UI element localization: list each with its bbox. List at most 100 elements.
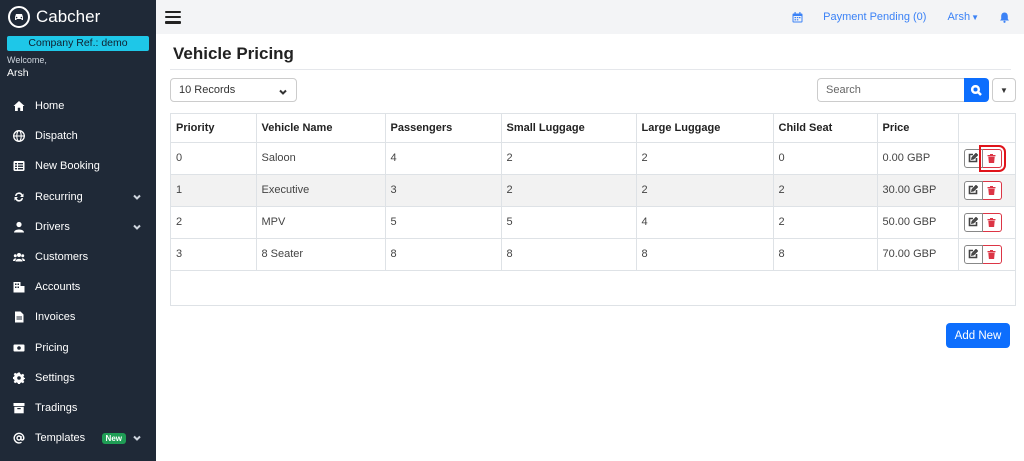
topbar: Payment Pending (0) Arsh▼ xyxy=(156,0,1024,34)
welcome-text: Welcome, xyxy=(7,55,47,65)
table-row: 0 Saloon 4 2 2 0 0.00 GBP xyxy=(171,142,1015,175)
car-logo-icon xyxy=(8,6,30,28)
box-icon xyxy=(12,401,26,415)
payment-pending-link[interactable]: Payment Pending (0) xyxy=(823,11,926,23)
cell-small-luggage: 5 xyxy=(501,206,637,239)
hamburger-menu-icon[interactable] xyxy=(165,10,181,24)
divider xyxy=(170,69,1011,70)
building-icon xyxy=(12,280,26,294)
cell-passengers: 3 xyxy=(385,174,502,207)
search-icon xyxy=(971,84,982,96)
cell-vehicle-name: Executive xyxy=(256,174,386,207)
cell-small-luggage: 2 xyxy=(501,174,637,207)
sidebar-item-label: New Booking xyxy=(35,160,100,173)
sidebar: Cabcher Company Ref.: demo Welcome, Arsh… xyxy=(0,0,156,461)
sidebar-item-settings[interactable]: Settings xyxy=(0,363,156,393)
edit-button[interactable] xyxy=(963,244,983,264)
column-header-price[interactable]: Price xyxy=(877,114,959,143)
bell-icon[interactable] xyxy=(999,12,1010,23)
caret-down-icon: ▼ xyxy=(971,13,979,22)
sidebar-item-home[interactable]: Home xyxy=(0,91,156,121)
trash-icon xyxy=(987,217,996,227)
cell-large-luggage: 2 xyxy=(636,174,774,207)
cell-priority: 1 xyxy=(171,174,257,207)
search-input[interactable] xyxy=(817,78,965,102)
company-ref-badge: Company Ref.: demo xyxy=(7,36,149,51)
money-icon xyxy=(12,341,26,355)
sidebar-item-pricing[interactable]: Pricing xyxy=(0,333,156,363)
globe-icon xyxy=(12,129,26,143)
delete-button[interactable] xyxy=(982,244,1002,264)
delete-button[interactable] xyxy=(978,144,1006,172)
cell-vehicle-name: MPV xyxy=(256,206,386,239)
cell-priority: 2 xyxy=(171,206,257,239)
brand[interactable]: Cabcher xyxy=(0,0,156,34)
trash-icon xyxy=(987,153,996,163)
add-new-button[interactable]: Add New xyxy=(946,323,1010,348)
sidebar-item-tradings[interactable]: Tradings xyxy=(0,393,156,423)
delete-button[interactable] xyxy=(982,212,1002,232)
sidebar-item-label: Drivers xyxy=(35,220,70,233)
sidebar-item-label: Customers xyxy=(35,251,89,264)
sidebar-item-dispatch[interactable]: Dispatch xyxy=(0,121,156,151)
edit-icon xyxy=(968,153,978,163)
table-header-row: Priority Vehicle Name Passengers Small L… xyxy=(171,114,1015,143)
vehicle-pricing-table: Priority Vehicle Name Passengers Small L… xyxy=(170,113,1016,348)
cell-small-luggage: 2 xyxy=(501,142,637,175)
sidebar-item-label: Accounts xyxy=(35,281,81,294)
user-icon xyxy=(12,220,26,234)
chevron-down-icon xyxy=(132,222,142,232)
column-header-priority[interactable]: Priority xyxy=(171,114,257,143)
cell-child-seat: 0 xyxy=(773,142,878,175)
column-header-large-luggage[interactable]: Large Luggage xyxy=(636,114,774,143)
cell-price: 70.00 GBP xyxy=(877,238,959,271)
sidebar-item-customers[interactable]: Customers xyxy=(0,242,156,272)
sidebar-item-label: Templates xyxy=(35,432,86,445)
user-menu-dropdown[interactable]: Arsh▼ xyxy=(947,11,979,23)
cell-passengers: 8 xyxy=(385,238,502,271)
main-content: Vehicle Pricing 10 Records ▼ Priority Ve… xyxy=(156,34,1024,461)
cell-large-luggage: 8 xyxy=(636,238,774,271)
cell-actions xyxy=(958,142,1015,175)
sidebar-item-label: Home xyxy=(35,100,65,113)
page-title: Vehicle Pricing xyxy=(173,44,294,63)
chevron-down-icon xyxy=(132,433,142,443)
cell-actions xyxy=(958,174,1015,207)
sidebar-item-invoices[interactable]: Invoices xyxy=(0,302,156,332)
users-icon xyxy=(12,250,26,264)
edit-icon xyxy=(968,217,978,227)
gear-icon xyxy=(12,371,26,385)
edit-button[interactable] xyxy=(963,180,983,200)
file-icon xyxy=(12,310,26,324)
trash-icon xyxy=(987,185,996,195)
cell-price: 30.00 GBP xyxy=(877,174,959,207)
sidebar-item-drivers[interactable]: Drivers xyxy=(0,212,156,242)
sidebar-item-label: Settings xyxy=(35,371,75,384)
column-header-passengers[interactable]: Passengers xyxy=(385,114,502,143)
sidebar-item-templates[interactable]: Templates New xyxy=(0,423,156,453)
sidebar-username: Arsh xyxy=(7,67,29,79)
sidebar-item-new-booking[interactable]: New Booking xyxy=(0,151,156,181)
cell-priority: 3 xyxy=(171,238,257,271)
column-header-child-seat[interactable]: Child Seat xyxy=(773,114,878,143)
sidebar-item-recurring[interactable]: Recurring xyxy=(0,182,156,212)
column-header-actions xyxy=(958,114,1015,143)
brand-name: Cabcher xyxy=(36,7,101,26)
calendar-icon[interactable] xyxy=(792,11,803,23)
edit-button[interactable] xyxy=(963,148,983,168)
column-header-small-luggage[interactable]: Small Luggage xyxy=(501,114,637,143)
column-header-vehicle-name[interactable]: Vehicle Name xyxy=(256,114,386,143)
delete-button[interactable] xyxy=(982,180,1002,200)
sidebar-item-accounts[interactable]: Accounts xyxy=(0,272,156,302)
table-row: 2 MPV 5 5 4 2 50.00 GBP xyxy=(171,206,1015,239)
search-button[interactable] xyxy=(964,78,989,102)
cell-child-seat: 8 xyxy=(773,238,878,271)
edit-button[interactable] xyxy=(963,212,983,232)
chevron-down-icon xyxy=(132,192,142,202)
records-per-page-select[interactable]: 10 Records xyxy=(170,78,297,102)
search-options-dropdown[interactable]: ▼ xyxy=(992,78,1016,102)
list-icon xyxy=(12,159,26,173)
trash-icon xyxy=(987,249,996,259)
home-icon xyxy=(12,99,26,113)
cell-vehicle-name: 8 Seater xyxy=(256,238,386,271)
